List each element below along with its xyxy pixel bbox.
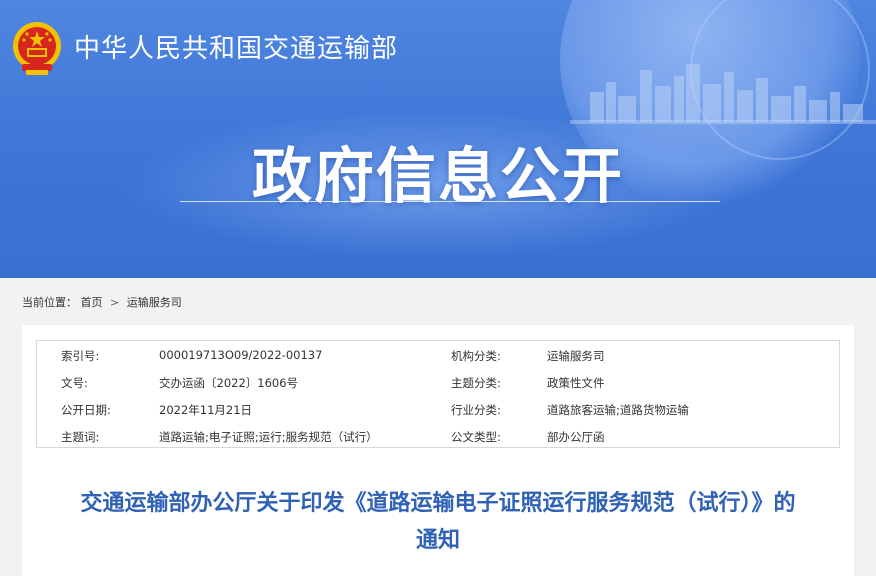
meta-value: 政策性文件 — [547, 376, 605, 390]
header-banner: 中华人民共和国交通运输部 政府信息公开 — [0, 0, 876, 278]
ministry-name[interactable]: 中华人民共和国交通运输部 — [74, 28, 398, 65]
document-title-line: 交通运输部办公厅关于印发《道路运输电子证照运行服务规范（试行）》的 — [80, 491, 796, 516]
breadcrumb: 当前位置： 首页 > 运输服务司 — [22, 294, 182, 310]
meta-key: 公开日期: — [61, 403, 111, 417]
meta-key: 公文类型: — [451, 430, 501, 444]
meta-key: 索引号: — [61, 349, 100, 363]
breadcrumb-home-link[interactable]: 首页 — [81, 296, 103, 309]
meta-row: 索引号: 000019713O09/2022-00137 机构分类: 运输服务司 — [37, 341, 841, 368]
meta-value: 道路运输;电子证照;运行;服务规范（试行） — [159, 430, 378, 444]
meta-key: 行业分类: — [451, 403, 501, 417]
meta-value: 交办运函〔2022〕1606号 — [159, 376, 299, 390]
meta-key: 文号: — [61, 376, 88, 390]
meta-key: 主题分类: — [451, 376, 501, 390]
document-meta-table: 索引号: 000019713O09/2022-00137 机构分类: 运输服务司… — [36, 340, 840, 448]
meta-key: 机构分类: — [451, 349, 501, 363]
meta-value: 运输服务司 — [547, 349, 605, 363]
meta-value: 部办公厅函 — [547, 430, 605, 444]
content-panel: 索引号: 000019713O09/2022-00137 机构分类: 运输服务司… — [22, 325, 854, 576]
breadcrumb-label: 当前位置： — [22, 296, 77, 309]
document-title: 交通运输部办公厅关于印发《道路运输电子证照运行服务规范（试行）》的 通知 — [38, 485, 838, 559]
document-title-line: 通知 — [415, 528, 460, 553]
meta-key: 主题词: — [61, 430, 100, 444]
breadcrumb-separator: > — [110, 296, 120, 309]
breadcrumb-department-link[interactable]: 运输服务司 — [127, 296, 182, 309]
meta-value: 道路旅客运输;道路货物运输 — [547, 403, 689, 417]
meta-value: 000019713O09/2022-00137 — [159, 348, 323, 362]
national-emblem-icon — [13, 22, 61, 75]
banner-title-underline — [180, 201, 720, 202]
meta-row: 文号: 交办运函〔2022〕1606号 主题分类: 政策性文件 — [37, 368, 841, 395]
meta-row: 主题词: 道路运输;电子证照;运行;服务规范（试行） 公文类型: 部办公厅函 — [37, 422, 841, 449]
meta-value: 2022年11月21日 — [159, 403, 253, 417]
meta-row: 公开日期: 2022年11月21日 行业分类: 道路旅客运输;道路货物运输 — [37, 395, 841, 422]
